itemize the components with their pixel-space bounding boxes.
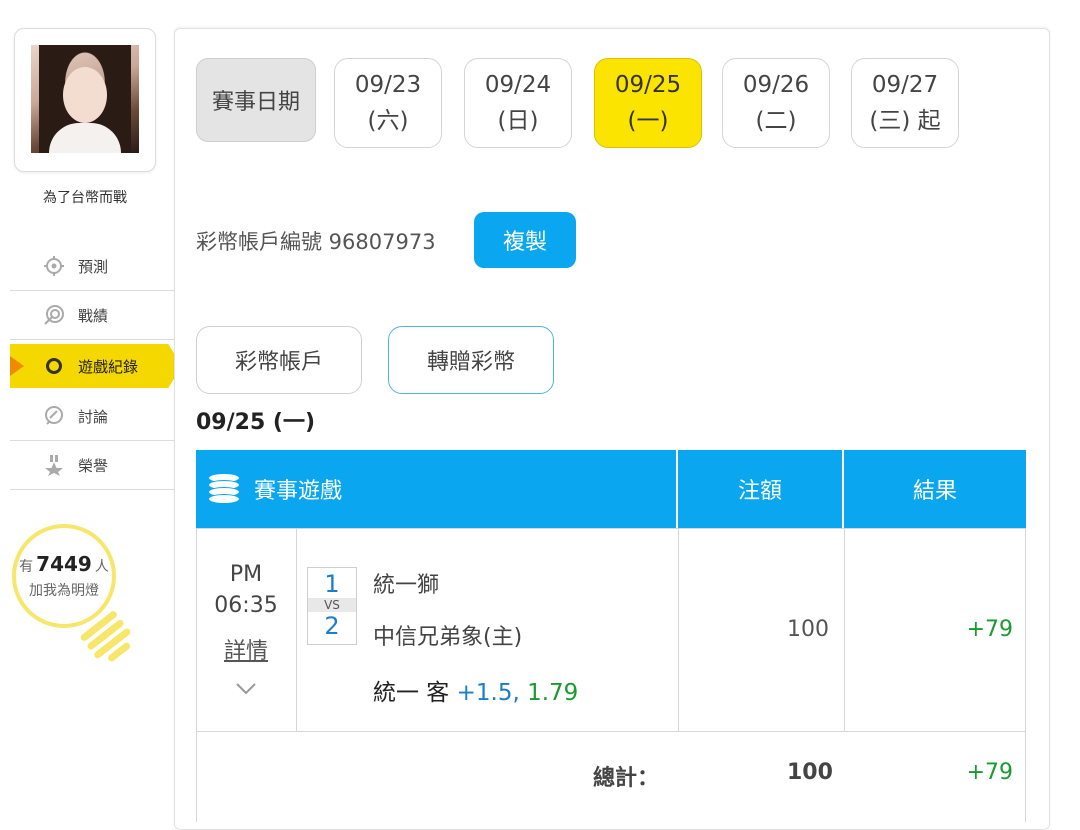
sidebar: 為了台幣而戰 預測 戰績 遊戲紀錄 討論 榮譽 有 7449 人 加我為明燈 xyxy=(0,0,190,815)
date-tab-0924[interactable]: 09/24 (日) xyxy=(464,58,572,148)
date-tab-date: 09/25 xyxy=(614,72,682,98)
team2-number: 2 xyxy=(324,612,340,640)
total-label: 總計： xyxy=(593,766,660,791)
date-tab-0926[interactable]: 09/26 (二) xyxy=(722,58,830,148)
date-tab-date: 09/27 xyxy=(871,72,939,98)
detail-link[interactable]: 詳情 xyxy=(197,633,295,665)
table-header: 賽事遊戲 注額 結果 xyxy=(196,450,1026,528)
bet-pick: 統一 客 +1.5, 1.79 xyxy=(373,673,578,707)
date-label: 賽事日期 xyxy=(196,58,316,142)
team1-name: 統一獅 xyxy=(373,573,440,598)
game-time-ampm: PM xyxy=(229,562,263,587)
date-tab-0927[interactable]: 09/27 (三) 起 xyxy=(851,58,959,148)
table-row: PM 06:35 詳情 1 VS 2 統一獅 中信兄弟象(主) 統一 客 +1.… xyxy=(196,528,1026,733)
bet-result: +79 xyxy=(966,617,1013,642)
sidebar-item-label: 榮譽 xyxy=(78,456,109,475)
header-result: 結果 xyxy=(912,479,957,504)
header-game-label: 賽事遊戲 xyxy=(254,479,343,504)
vs-box: 1 VS 2 xyxy=(307,567,357,645)
sidebar-item-label: 戰績 xyxy=(78,306,109,325)
pick-odds: 1.79 xyxy=(527,680,579,706)
chat-icon xyxy=(42,404,66,428)
sidebar-item-honor[interactable]: 榮譽 xyxy=(10,441,174,490)
sidebar-item-game-log[interactable]: 遊戲紀錄 xyxy=(10,344,182,388)
lightbulb-icon xyxy=(12,524,116,628)
copy-button[interactable]: 複製 xyxy=(474,212,576,268)
medal-icon xyxy=(42,453,66,477)
wallet-button[interactable]: 彩幣帳戶 xyxy=(196,326,362,394)
date-tab-weekday: (六) xyxy=(367,108,409,134)
avatar[interactable] xyxy=(31,45,139,153)
bet-amount: 100 xyxy=(787,617,829,642)
header-game: 賽事遊戲 xyxy=(208,450,342,528)
sidebar-item-label: 預測 xyxy=(78,257,109,276)
username: 為了台幣而戰 xyxy=(43,190,127,206)
sidebar-item-predict[interactable]: 預測 xyxy=(10,242,174,291)
crosshair-icon xyxy=(42,254,66,278)
pick-line: +1.5, xyxy=(456,680,520,706)
header-amount: 注額 xyxy=(737,479,782,504)
date-tab-0923[interactable]: 09/23 (六) xyxy=(334,58,442,148)
ring-icon xyxy=(42,354,66,378)
pick-team: 統一 客 xyxy=(373,680,450,706)
sidebar-item-discuss[interactable]: 討論 xyxy=(10,392,174,441)
date-tab-date: 09/23 xyxy=(354,72,422,98)
team2-name: 中信兄弟象(主) xyxy=(373,625,523,650)
account-number: 彩幣帳戶編號 96807973 xyxy=(196,230,436,254)
total-result: +79 xyxy=(966,760,1013,785)
vs-label: VS xyxy=(308,598,356,612)
date-tab-weekday: (三) 起 xyxy=(869,108,941,134)
total-row: 總計： 100 +79 xyxy=(196,732,1026,822)
sidebar-menu: 預測 戰績 遊戲紀錄 討論 榮譽 xyxy=(10,242,182,490)
game-time: PM 06:35 xyxy=(197,559,295,621)
date-tab-weekday: (日) xyxy=(497,108,539,134)
chevron-down-icon[interactable] xyxy=(235,677,257,701)
fan-count: 有 7449 人 xyxy=(19,552,109,576)
sidebar-item-label: 討論 xyxy=(78,407,109,426)
sidebar-item-record[interactable]: 戰績 xyxy=(10,291,174,340)
total-amount: 100 xyxy=(787,760,833,785)
date-tab-date: 09/26 xyxy=(742,72,810,98)
date-tab-0925[interactable]: 09/25 (一) xyxy=(594,58,702,148)
transfer-button[interactable]: 轉贈彩幣 xyxy=(388,326,554,394)
target-icon xyxy=(42,303,66,327)
date-tab-weekday: (一) xyxy=(627,108,669,134)
team1-number: 1 xyxy=(324,570,340,598)
fan-lightbulb[interactable]: 有 7449 人 加我為明燈 xyxy=(12,524,132,674)
game-time-clock: 06:35 xyxy=(214,593,278,618)
date-tab-weekday: (二) xyxy=(755,108,797,134)
day-title: 09/25 (一) xyxy=(196,410,316,435)
date-tab-date: 09/24 xyxy=(484,72,552,98)
fan-caption: 加我為明燈 xyxy=(29,583,99,599)
sidebar-item-label: 遊戲紀錄 xyxy=(78,357,139,376)
avatar-card[interactable] xyxy=(14,28,156,172)
coin-stack-icon xyxy=(208,473,240,505)
